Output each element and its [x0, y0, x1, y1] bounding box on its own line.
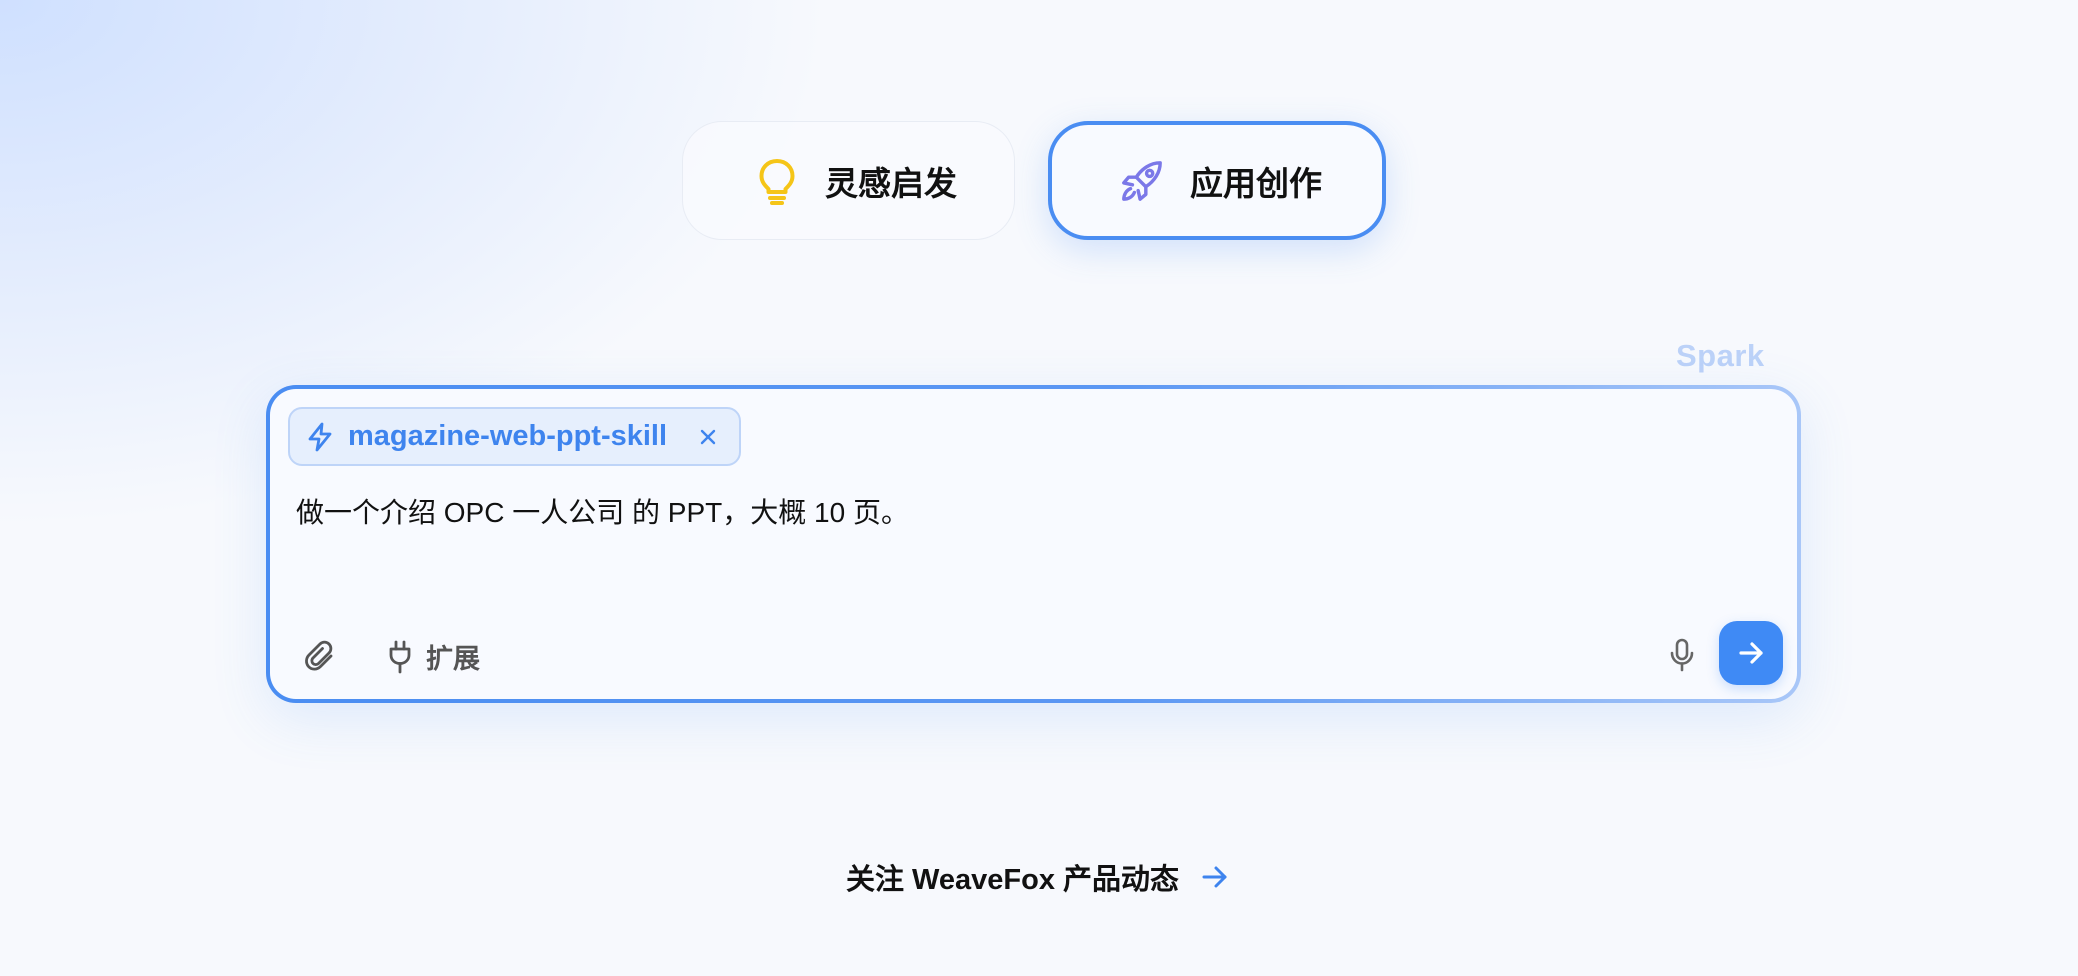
rocket-icon	[1120, 159, 1164, 203]
skill-chip-label: magazine-web-ppt-skill	[348, 420, 668, 452]
send-button[interactable]	[1719, 621, 1783, 685]
prompt-composer: magazine-web-ppt-skill 做一个介绍 OPC 一人公司 的 …	[266, 385, 1801, 703]
prompt-input[interactable]: 做一个介绍 OPC 一人公司 的 PPT，大概 10 页。	[296, 493, 1756, 533]
microphone-icon	[1669, 638, 1695, 672]
close-icon[interactable]	[699, 428, 717, 446]
arrow-right-icon	[1737, 639, 1765, 667]
lightbulb-icon	[755, 158, 799, 205]
attach-button[interactable]	[304, 640, 338, 674]
tab-inspiration-label: 灵感启发	[825, 164, 957, 202]
paperclip-icon	[304, 640, 338, 674]
extension-button[interactable]: 扩展	[388, 637, 480, 676]
follow-updates-label: 关注 WeaveFox 产品动态	[846, 864, 1180, 896]
arrow-right-icon	[1201, 864, 1229, 890]
plug-icon	[388, 640, 412, 674]
composer-toolbar: 扩展	[304, 637, 480, 676]
skill-chip[interactable]: magazine-web-ppt-skill	[288, 407, 742, 466]
lightning-icon	[306, 422, 334, 452]
spark-label: Spark	[1676, 338, 1765, 373]
tab-inspiration[interactable]: 灵感启发	[682, 121, 1015, 240]
follow-updates-link[interactable]: 关注 WeaveFox 产品动态	[846, 856, 1229, 898]
mic-button[interactable]	[1664, 637, 1700, 673]
tab-creation-label: 应用创作	[1190, 164, 1322, 202]
extension-label: 扩展	[426, 644, 480, 674]
tab-creation[interactable]: 应用创作	[1048, 121, 1386, 240]
